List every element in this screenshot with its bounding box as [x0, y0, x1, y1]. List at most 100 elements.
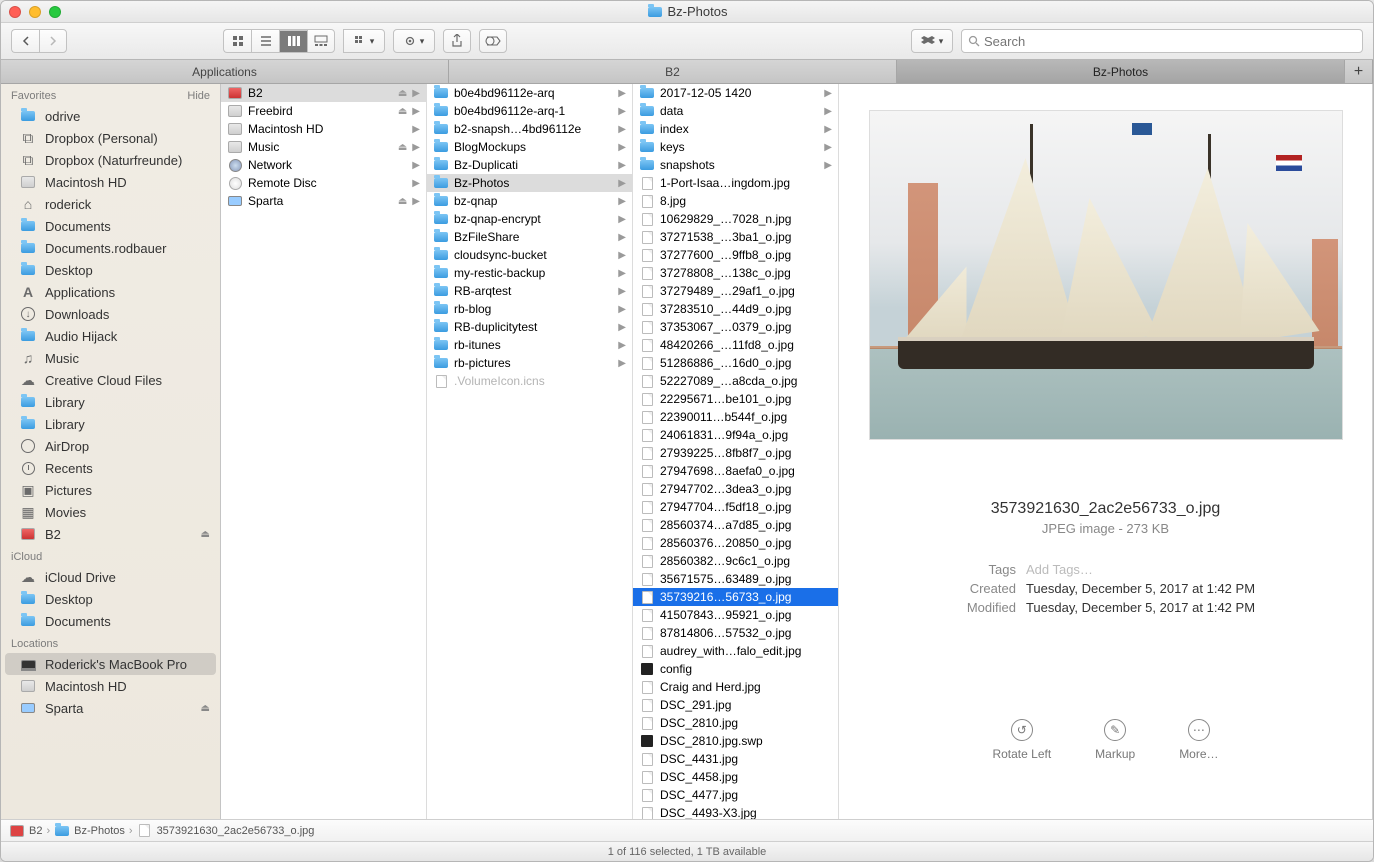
file-row[interactable]: Remote Disc▶ — [221, 174, 426, 192]
file-row[interactable]: 37278808_…138c_o.jpg — [633, 264, 838, 282]
file-row[interactable]: DSC_2810.jpg — [633, 714, 838, 732]
file-row[interactable]: DSC_4458.jpg — [633, 768, 838, 786]
file-row[interactable]: data▶ — [633, 102, 838, 120]
more-button[interactable]: ⋯More… — [1179, 719, 1218, 761]
sidebar-item-recents[interactable]: Recents — [1, 457, 220, 479]
sidebar-item-dropbox-personal-[interactable]: ⧉Dropbox (Personal) — [1, 127, 220, 149]
file-row[interactable]: snapshots▶ — [633, 156, 838, 174]
file-row[interactable]: .VolumeIcon.icns — [427, 372, 632, 390]
file-row[interactable]: Craig and Herd.jpg — [633, 678, 838, 696]
path-file[interactable]: 3573921630_2ac2e56733_o.jpg — [157, 825, 315, 837]
file-row[interactable]: DSC_2810.jpg.swp — [633, 732, 838, 750]
tags-button[interactable] — [479, 29, 507, 53]
file-row[interactable]: b0e4bd96112e-arq-1▶ — [427, 102, 632, 120]
file-row[interactable]: 35671575…63489_o.jpg — [633, 570, 838, 588]
file-row[interactable]: 37279489_…29af1_o.jpg — [633, 282, 838, 300]
file-row[interactable]: rb-blog▶ — [427, 300, 632, 318]
file-row[interactable]: 48420266_…11fd8_o.jpg — [633, 336, 838, 354]
icon-view-button[interactable] — [223, 29, 251, 53]
file-row[interactable]: Sparta⏏▶ — [221, 192, 426, 210]
file-row[interactable]: bz-qnap-encrypt▶ — [427, 210, 632, 228]
file-row[interactable]: DSC_4431.jpg — [633, 750, 838, 768]
forward-button[interactable] — [39, 29, 67, 53]
eject-icon[interactable]: ⏏ — [398, 196, 407, 207]
file-row[interactable]: audrey_with…falo_edit.jpg — [633, 642, 838, 660]
file-row[interactable]: 37271538_…3ba1_o.jpg — [633, 228, 838, 246]
eject-icon[interactable]: ⏏ — [398, 142, 407, 153]
arrange-button[interactable]: ▾ — [343, 29, 385, 53]
path-b2[interactable]: B2 — [29, 825, 42, 837]
file-row[interactable]: bz-qnap▶ — [427, 192, 632, 210]
file-row[interactable]: cloudsync-bucket▶ — [427, 246, 632, 264]
sidebar-item-downloads[interactable]: ↓Downloads — [1, 303, 220, 325]
sidebar-item-documents[interactable]: Documents — [1, 215, 220, 237]
gallery-view-button[interactable] — [307, 29, 335, 53]
sidebar-item-odrive[interactable]: odrive — [1, 105, 220, 127]
file-row[interactable]: rb-itunes▶ — [427, 336, 632, 354]
sidebar-item-airdrop[interactable]: AirDrop — [1, 435, 220, 457]
sidebar-item-creative-cloud-files[interactable]: ☁Creative Cloud Files — [1, 369, 220, 391]
file-row[interactable]: 37353067_…0379_o.jpg — [633, 318, 838, 336]
rotate-left-button[interactable]: ↺Rotate Left — [992, 719, 1051, 761]
file-row[interactable]: 35739216…56733_o.jpg — [633, 588, 838, 606]
file-row[interactable]: 28560374…a7d85_o.jpg — [633, 516, 838, 534]
file-row[interactable]: 41507843…95921_o.jpg — [633, 606, 838, 624]
file-row[interactable]: 51286886_…16d0_o.jpg — [633, 354, 838, 372]
sidebar-item-desktop[interactable]: Desktop — [1, 259, 220, 281]
sidebar-item-documents[interactable]: Documents — [1, 610, 220, 632]
file-row[interactable]: b0e4bd96112e-arq▶ — [427, 84, 632, 102]
preview-image[interactable] — [869, 110, 1343, 440]
file-row[interactable]: 27939225…8fb8f7_o.jpg — [633, 444, 838, 462]
share-button[interactable] — [443, 29, 471, 53]
sidebar-item-b2[interactable]: B2⏏ — [1, 523, 220, 545]
tab-bz-photos[interactable]: Bz-Photos — [897, 60, 1345, 83]
file-row[interactable]: 87814806…57532_o.jpg — [633, 624, 838, 642]
column-view-button[interactable] — [279, 29, 307, 53]
sidebar-item-icloud-drive[interactable]: ☁iCloud Drive — [1, 566, 220, 588]
file-row[interactable]: Macintosh HD▶ — [221, 120, 426, 138]
file-row[interactable]: 24061831…9f94a_o.jpg — [633, 426, 838, 444]
eject-icon[interactable]: ⏏ — [201, 529, 210, 540]
sidebar-item-library[interactable]: Library — [1, 413, 220, 435]
file-row[interactable]: BlogMockups▶ — [427, 138, 632, 156]
action-button[interactable]: ▾ — [393, 29, 435, 53]
sidebar-item-pictures[interactable]: ▣Pictures — [1, 479, 220, 501]
list-view-button[interactable] — [251, 29, 279, 53]
file-row[interactable]: 37283510_…44d9_o.jpg — [633, 300, 838, 318]
eject-icon[interactable]: ⏏ — [398, 88, 407, 99]
file-row[interactable]: 52227089_…a8cda_o.jpg — [633, 372, 838, 390]
file-row[interactable]: 27947704…f5df18_o.jpg — [633, 498, 838, 516]
column-3[interactable]: 2017-12-05 1420▶data▶index▶keys▶snapshot… — [633, 84, 839, 819]
file-row[interactable]: 2017-12-05 1420▶ — [633, 84, 838, 102]
add-tags[interactable]: Add Tags… — [1026, 562, 1093, 577]
sidebar-item-movies[interactable]: ▦Movies — [1, 501, 220, 523]
file-row[interactable]: config — [633, 660, 838, 678]
file-row[interactable]: 1-Port-Isaa…ingdom.jpg — [633, 174, 838, 192]
sidebar-item-roderick-s-macbook-pro[interactable]: Roderick's MacBook Pro — [5, 653, 216, 675]
column-1[interactable]: B2⏏▶Freebird⏏▶Macintosh HD▶Music⏏▶Networ… — [221, 84, 427, 819]
search-field[interactable] — [961, 29, 1363, 53]
column-2[interactable]: b0e4bd96112e-arq▶b0e4bd96112e-arq-1▶b2-s… — [427, 84, 633, 819]
sidebar-item-macintosh-hd[interactable]: Macintosh HD — [1, 675, 220, 697]
markup-button[interactable]: ✎Markup — [1095, 719, 1135, 761]
sidebar-item-macintosh-hd[interactable]: Macintosh HD — [1, 171, 220, 193]
file-row[interactable]: Bz-Duplicati▶ — [427, 156, 632, 174]
eject-icon[interactable]: ⏏ — [201, 703, 210, 714]
back-button[interactable] — [11, 29, 39, 53]
path-bz-photos[interactable]: Bz-Photos — [74, 825, 125, 837]
file-row[interactable]: index▶ — [633, 120, 838, 138]
sidebar-item-roderick[interactable]: ⌂roderick — [1, 193, 220, 215]
file-row[interactable]: Music⏏▶ — [221, 138, 426, 156]
file-row[interactable]: Network▶ — [221, 156, 426, 174]
file-row[interactable]: 10629829_…7028_n.jpg — [633, 210, 838, 228]
sidebar-item-library[interactable]: Library — [1, 391, 220, 413]
sidebar-item-dropbox-naturfreunde-[interactable]: ⧉Dropbox (Naturfreunde) — [1, 149, 220, 171]
sidebar-item-desktop[interactable]: Desktop — [1, 588, 220, 610]
file-row[interactable]: 27947702…3dea3_o.jpg — [633, 480, 838, 498]
file-row[interactable]: BzFileShare▶ — [427, 228, 632, 246]
dropbox-button[interactable]: ▾ — [911, 29, 953, 53]
tab-b2[interactable]: B2 — [449, 60, 897, 83]
file-row[interactable]: 28560382…9c6c1_o.jpg — [633, 552, 838, 570]
file-row[interactable]: keys▶ — [633, 138, 838, 156]
sidebar-item-sparta[interactable]: Sparta⏏ — [1, 697, 220, 719]
